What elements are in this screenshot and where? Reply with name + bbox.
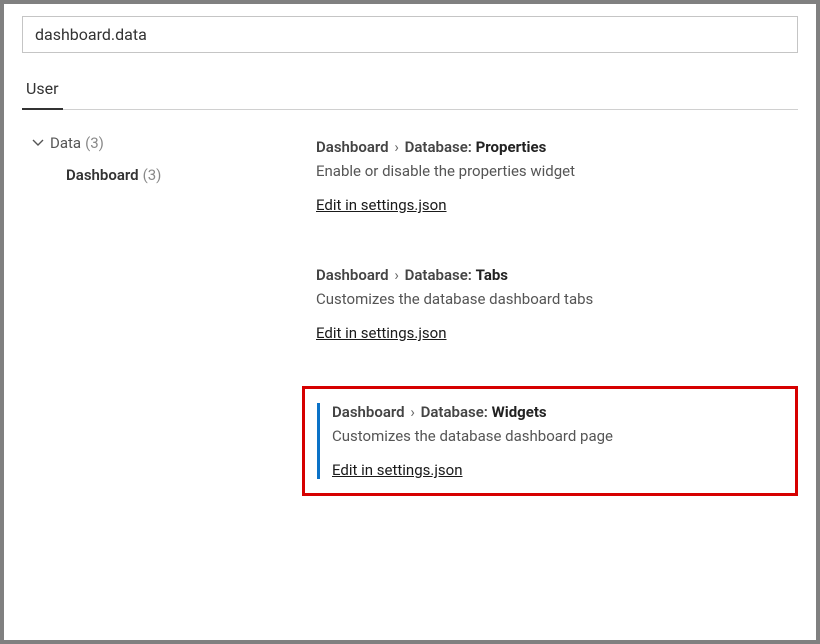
chevron-down-icon — [30, 135, 46, 151]
highlighted-setting-box: Dashboard › Database: Widgets Customizes… — [302, 386, 798, 496]
setting-description: Customizes the database dashboard page — [332, 427, 781, 445]
edit-settings-json-link[interactable]: Edit in settings.json — [316, 196, 447, 214]
edit-settings-json-link[interactable]: Edit in settings.json — [316, 324, 447, 342]
setting-item-tabs: Dashboard › Database: Tabs Customizes th… — [302, 258, 798, 362]
setting-title: Dashboard › Database: Tabs — [316, 266, 784, 284]
tree-item-count: (3) — [143, 166, 162, 184]
tabs-row: User — [22, 69, 798, 110]
tree-item-data[interactable]: Data (3) — [30, 130, 282, 156]
settings-tree: Data (3) Dashboard (3) — [22, 130, 282, 496]
tree-item-count: (3) — [85, 134, 104, 152]
setting-item-properties: Dashboard › Database: Properties Enable … — [302, 130, 798, 234]
setting-description: Customizes the database dashboard tabs — [316, 290, 784, 308]
tree-item-label: Data — [50, 134, 81, 152]
setting-item-widgets: Dashboard › Database: Widgets Customizes… — [317, 403, 781, 479]
tree-item-dashboard[interactable]: Dashboard (3) — [30, 162, 282, 188]
setting-title: Dashboard › Database: Widgets — [332, 403, 781, 421]
edit-settings-json-link[interactable]: Edit in settings.json — [332, 461, 463, 479]
setting-description: Enable or disable the properties widget — [316, 162, 784, 180]
setting-title: Dashboard › Database: Properties — [316, 138, 784, 156]
settings-search-input[interactable] — [22, 16, 798, 53]
tree-item-label: Dashboard — [66, 166, 139, 184]
tab-user[interactable]: User — [22, 69, 63, 110]
settings-list: Dashboard › Database: Properties Enable … — [282, 130, 798, 496]
